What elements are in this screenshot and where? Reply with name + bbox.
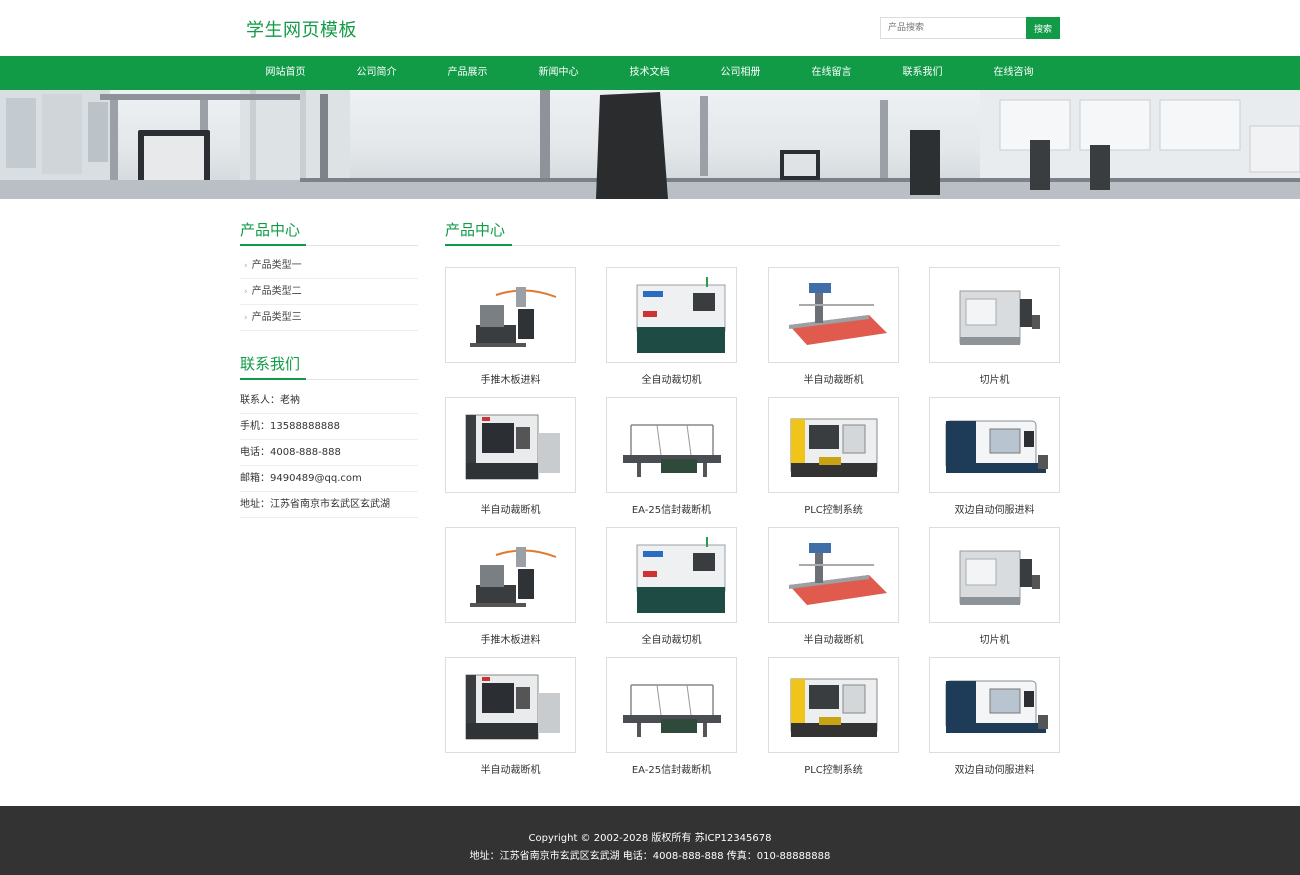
main-nav: 网站首页 公司简介 产品展示 新闻中心 技术文档 公司相册 在线留言 联系我们 … <box>0 56 1300 90</box>
cnc-lathe-icon[interactable] <box>445 397 576 493</box>
product-card[interactable]: 半自动裁断机 <box>768 527 899 647</box>
product-card[interactable]: 双边自动伺服进料 <box>929 397 1060 517</box>
product-card[interactable]: 切片机 <box>929 267 1060 387</box>
envelope-cutter-icon[interactable] <box>606 397 737 493</box>
contact-person: 联系人：老衲 <box>240 388 418 414</box>
nav-item-about[interactable]: 公司简介 <box>331 56 422 90</box>
category-label: 产品类型二 <box>251 286 302 297</box>
product-name[interactable]: 半自动裁断机 <box>445 501 576 516</box>
nav-item-news[interactable]: 新闻中心 <box>513 56 604 90</box>
plc-lathe-icon[interactable] <box>768 397 899 493</box>
product-card[interactable]: PLC控制系统 <box>768 397 899 517</box>
cnc-cabinet-icon[interactable] <box>606 267 737 363</box>
search-input[interactable] <box>880 17 1026 39</box>
product-name[interactable]: 全自动裁切机 <box>606 631 737 646</box>
contact-mobile: 手机：13588888888 <box>240 414 418 440</box>
product-name[interactable]: PLC控制系统 <box>768 761 899 776</box>
plc-lathe-icon[interactable] <box>768 657 899 753</box>
nav-item-contact[interactable]: 联系我们 <box>877 56 968 90</box>
product-name[interactable]: 半自动裁断机 <box>768 631 899 646</box>
product-card[interactable]: 切片机 <box>929 527 1060 647</box>
product-name[interactable]: 全自动裁切机 <box>606 371 737 386</box>
contact-address: 地址：江苏省南京市玄武区玄武湖 <box>240 492 418 518</box>
slicing-machine-icon[interactable] <box>929 267 1060 363</box>
product-name[interactable]: 双边自动伺服进料 <box>929 761 1060 776</box>
product-name[interactable]: 双边自动伺服进料 <box>929 501 1060 516</box>
glass-cutting-table-icon[interactable] <box>768 527 899 623</box>
nav-item-docs[interactable]: 技术文档 <box>604 56 695 90</box>
search-button[interactable]: 搜索 <box>1026 17 1060 39</box>
product-name[interactable]: 手推木板进料 <box>445 631 576 646</box>
servo-machine-icon[interactable] <box>929 657 1060 753</box>
nav-item-album[interactable]: 公司相册 <box>695 56 786 90</box>
cnc-cabinet-icon[interactable] <box>606 527 737 623</box>
product-card[interactable]: PLC控制系统 <box>768 657 899 777</box>
contact-phone: 电话：4008-888-888 <box>240 440 418 466</box>
footer-address: 地址：江苏省南京市玄武区玄武湖 电话：4008-888-888 传真：010-8… <box>469 851 831 862</box>
product-card[interactable]: 全自动裁切机 <box>606 267 737 387</box>
site-logo[interactable]: 学生网页模板 <box>246 16 357 42</box>
nav-item-consult[interactable]: 在线咨询 <box>968 56 1059 90</box>
category-label: 产品类型一 <box>251 260 302 271</box>
nav-item-products[interactable]: 产品展示 <box>422 56 513 90</box>
servo-machine-icon[interactable] <box>929 397 1060 493</box>
product-card[interactable]: 手推木板进料 <box>445 527 576 647</box>
category-list: › 产品类型一 › 产品类型二 › 产品类型三 <box>240 253 418 331</box>
product-card[interactable]: EA-25信封裁断机 <box>606 657 737 777</box>
nav-item-message[interactable]: 在线留言 <box>786 56 877 90</box>
product-card[interactable]: 手推木板进料 <box>445 267 576 387</box>
product-section-title: 产品中心 <box>445 219 1060 246</box>
product-card[interactable]: 半自动裁断机 <box>768 267 899 387</box>
product-card[interactable]: 全自动裁切机 <box>606 527 737 647</box>
glass-edging-machine-icon[interactable] <box>445 267 576 363</box>
category-item[interactable]: › 产品类型二 <box>240 279 418 305</box>
product-card[interactable]: 半自动裁断机 <box>445 657 576 777</box>
product-name[interactable]: 切片机 <box>929 371 1060 386</box>
sidebar: 产品中心 › 产品类型一 › 产品类型二 › 产品类型三 联系我们 联系人：老衲 手机… <box>240 219 418 518</box>
contact-email: 邮箱：9490489@qq.com <box>240 466 418 492</box>
product-name[interactable]: EA-25信封裁断机 <box>606 761 737 776</box>
category-item[interactable]: › 产品类型一 <box>240 253 418 279</box>
product-name[interactable]: 半自动裁断机 <box>445 761 576 776</box>
category-label: 产品类型三 <box>251 312 302 323</box>
cnc-lathe-icon[interactable] <box>445 657 576 753</box>
category-item[interactable]: › 产品类型三 <box>240 305 418 331</box>
product-card[interactable]: EA-25信封裁断机 <box>606 397 737 517</box>
product-section: 产品中心 手推木板进料 全自动裁切机 半自动裁断机 切片机 半自动裁断机 EA-25信封裁… <box>445 219 1060 776</box>
footer-copyright: Copyright © 2002-2028 版权所有 苏ICP12345678 <box>528 833 772 844</box>
glass-cutting-table-icon[interactable] <box>768 267 899 363</box>
glass-edging-machine-icon[interactable] <box>445 527 576 623</box>
laboratory-banner-image <box>0 90 1300 199</box>
product-name[interactable]: 半自动裁断机 <box>768 371 899 386</box>
slicing-machine-icon[interactable] <box>929 527 1060 623</box>
product-name[interactable]: PLC控制系统 <box>768 501 899 516</box>
sidebar-contact-title: 联系我们 <box>240 353 418 380</box>
nav-item-home[interactable]: 网站首页 <box>240 56 331 90</box>
sidebar-products-title: 产品中心 <box>240 219 418 246</box>
product-name[interactable]: 切片机 <box>929 631 1060 646</box>
search-bar: 搜索 <box>880 17 1060 39</box>
product-card[interactable]: 半自动裁断机 <box>445 397 576 517</box>
site-header: 学生网页模板 搜索 <box>0 0 1300 56</box>
chevron-right-icon: › <box>244 313 248 323</box>
chevron-right-icon: › <box>244 287 248 297</box>
chevron-right-icon: › <box>244 261 248 271</box>
product-name[interactable]: 手推木板进料 <box>445 371 576 386</box>
product-card[interactable]: 双边自动伺服进料 <box>929 657 1060 777</box>
site-footer: Copyright © 2002-2028 版权所有 苏ICP12345678 … <box>0 806 1300 875</box>
envelope-cutter-icon[interactable] <box>606 657 737 753</box>
product-name[interactable]: EA-25信封裁断机 <box>606 501 737 516</box>
contact-list: 联系人：老衲 手机：13588888888 电话：4008-888-888 邮箱… <box>240 388 418 518</box>
hero-banner <box>0 90 1300 199</box>
